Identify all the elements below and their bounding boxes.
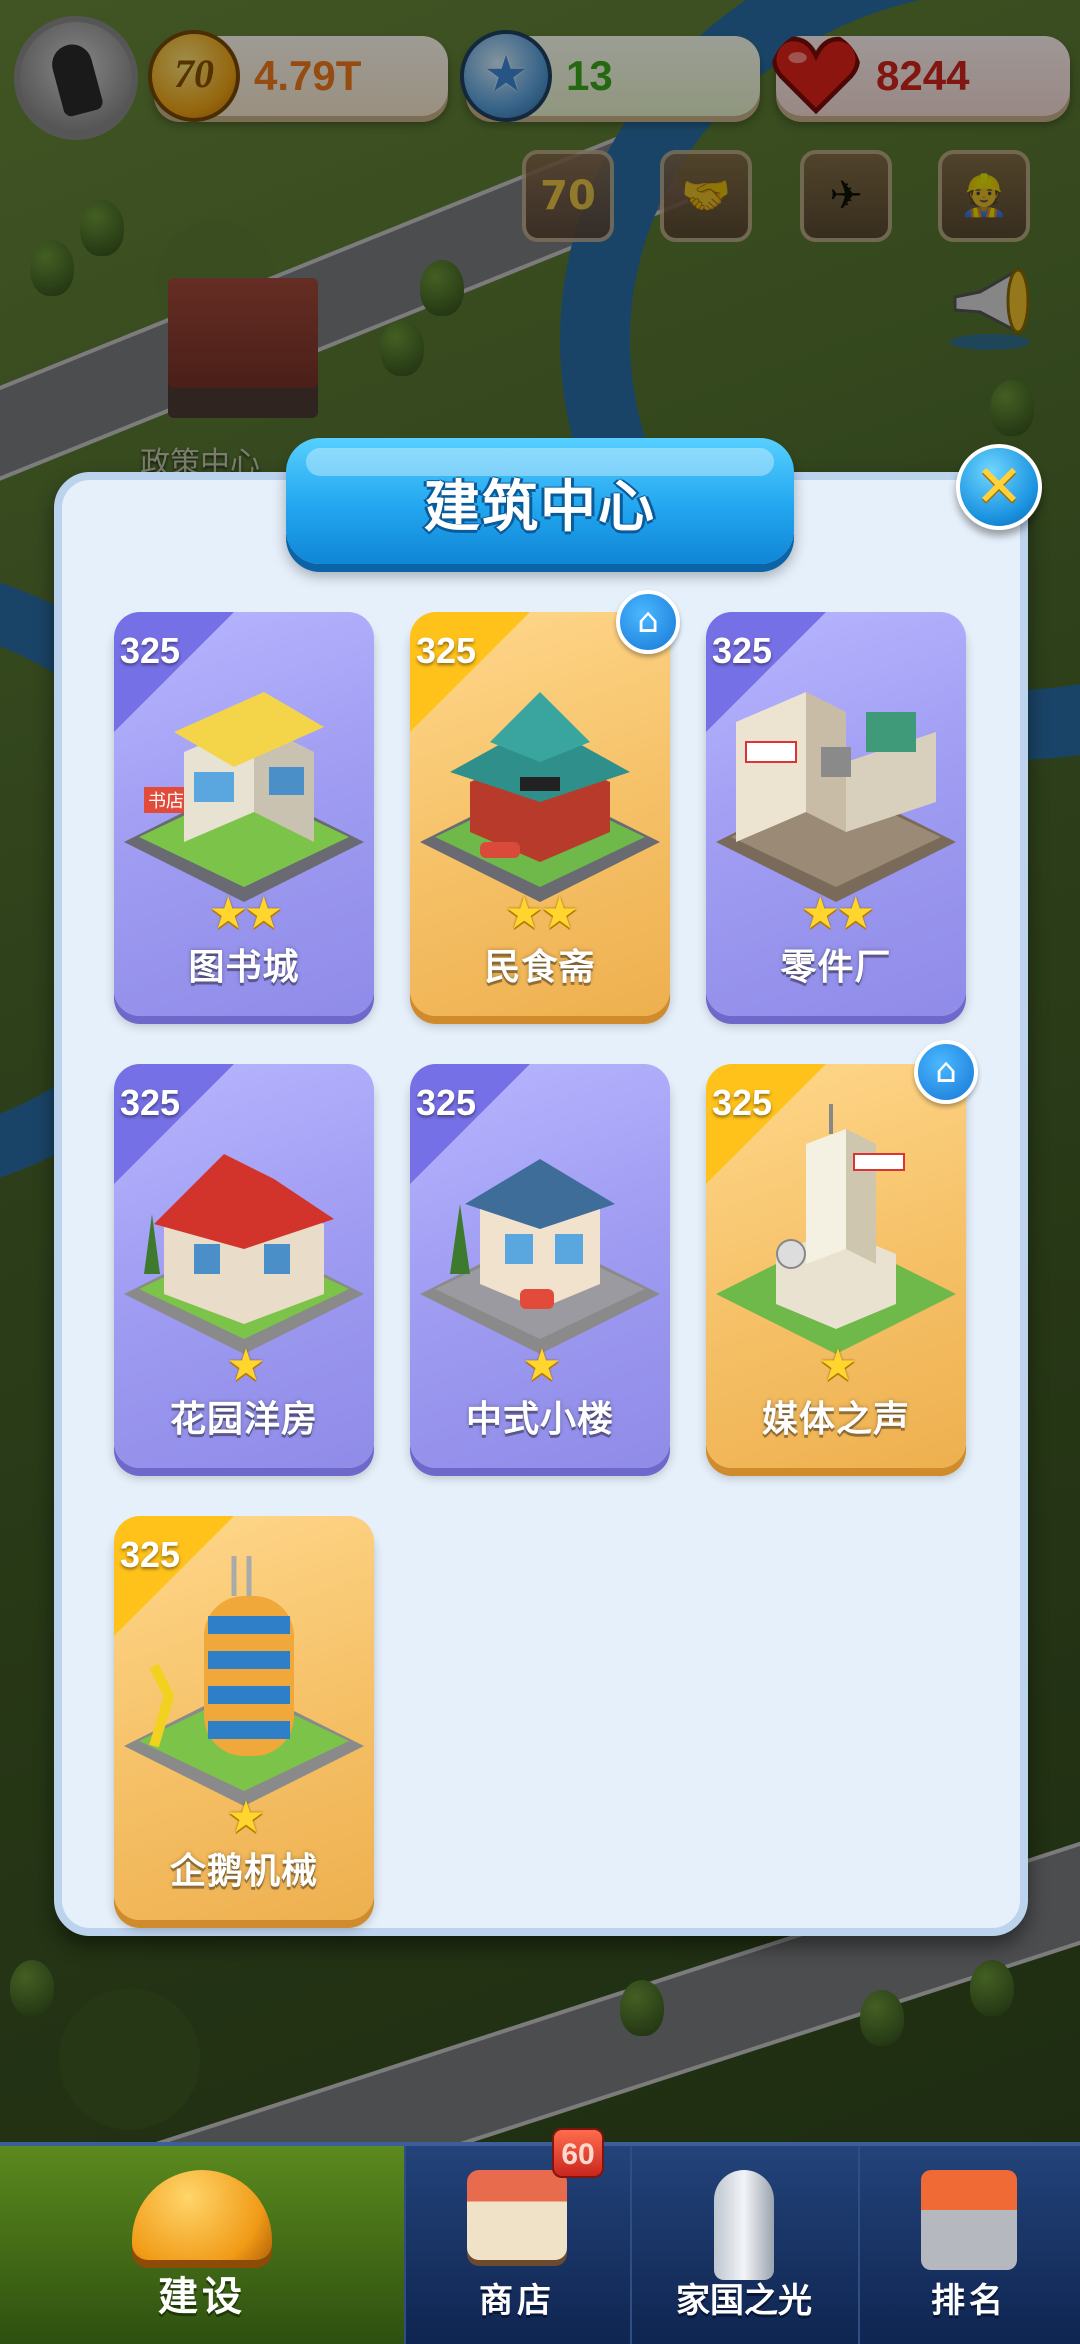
star-rating: ★	[522, 1340, 561, 1391]
card-name: 民食斋	[484, 947, 596, 988]
building-card-minshizhai[interactable]: 325 ★★ 民食斋	[410, 612, 670, 1016]
svg-text:书店: 书店	[148, 791, 184, 812]
star-rating: ★★	[504, 888, 580, 939]
machinery-tower-icon	[124, 1556, 364, 1806]
shop-icon	[467, 2170, 567, 2260]
building-card-chinese-house[interactable]: 325 ★ 中式小楼	[410, 1064, 670, 1468]
star-rating: ★	[226, 1792, 265, 1843]
card-price: 325	[120, 1534, 181, 1575]
card-name: 中式小楼	[465, 1399, 614, 1440]
hardhat-icon	[132, 2170, 272, 2260]
bottom-navigation: 建设 商店 家国之光 排名	[0, 2142, 1080, 2344]
nav-national-glory[interactable]: 家国之光	[630, 2146, 860, 2344]
factory-building-icon	[716, 692, 956, 902]
star-rating: ★	[226, 1340, 265, 1391]
library-building-icon: 书店	[124, 692, 364, 902]
ranking-building-icon	[921, 2170, 1017, 2270]
card-price: 325	[712, 1082, 773, 1123]
card-price: 325	[120, 1082, 181, 1123]
card-name: 媒体之声	[761, 1399, 910, 1440]
card-name: 零件厂	[780, 947, 892, 988]
shop-timer-badge: 60	[552, 2128, 604, 2178]
villa-building-icon	[124, 1154, 364, 1354]
nav-label: 商店	[479, 2281, 555, 2321]
nav-ranking[interactable]: 排名	[858, 2146, 1080, 2344]
nav-label: 家国之光	[676, 2281, 812, 2321]
building-card-media-voice[interactable]: 325 ★ 媒体之声	[706, 1064, 966, 1468]
card-price: 325	[416, 1082, 477, 1123]
building-card-garden-villa[interactable]: 325 ★ 花园洋房	[114, 1064, 374, 1468]
chinese-house-building-icon	[420, 1159, 660, 1354]
card-price: 325	[416, 630, 477, 671]
close-button[interactable]: ✕	[956, 444, 1042, 530]
rocket-icon	[714, 2170, 774, 2280]
dialog-title-ribbon: 建筑中心	[286, 438, 794, 564]
dialog-title: 建筑中心	[424, 475, 656, 540]
card-name: 花园洋房	[169, 1399, 318, 1440]
card-price: 325	[712, 630, 773, 671]
home-icon: ⌂	[616, 590, 680, 654]
close-icon: ✕	[974, 452, 1024, 520]
tv-station-building-icon	[716, 1104, 956, 1354]
star-rating: ★	[818, 1340, 857, 1391]
star-rating: ★★	[208, 888, 284, 939]
nav-label: 建设	[158, 2274, 246, 2320]
restaurant-building-icon	[420, 692, 660, 902]
card-name: 企鹅机械	[169, 1851, 318, 1892]
nav-label: 排名	[931, 2281, 1007, 2321]
building-card-library[interactable]: 书店 325 ★★ 图书城	[114, 612, 374, 1016]
nav-build[interactable]: 建设	[0, 2146, 406, 2344]
card-name: 图书城	[188, 947, 300, 988]
building-card-parts-factory[interactable]: 325 ★★ 零件厂	[706, 612, 966, 1016]
home-icon: ⌂	[914, 1040, 978, 1104]
card-price: 325	[120, 630, 181, 671]
star-rating: ★★	[800, 888, 876, 939]
building-card-penguin-machinery[interactable]: 325 ★ 企鹅机械	[114, 1516, 374, 1920]
